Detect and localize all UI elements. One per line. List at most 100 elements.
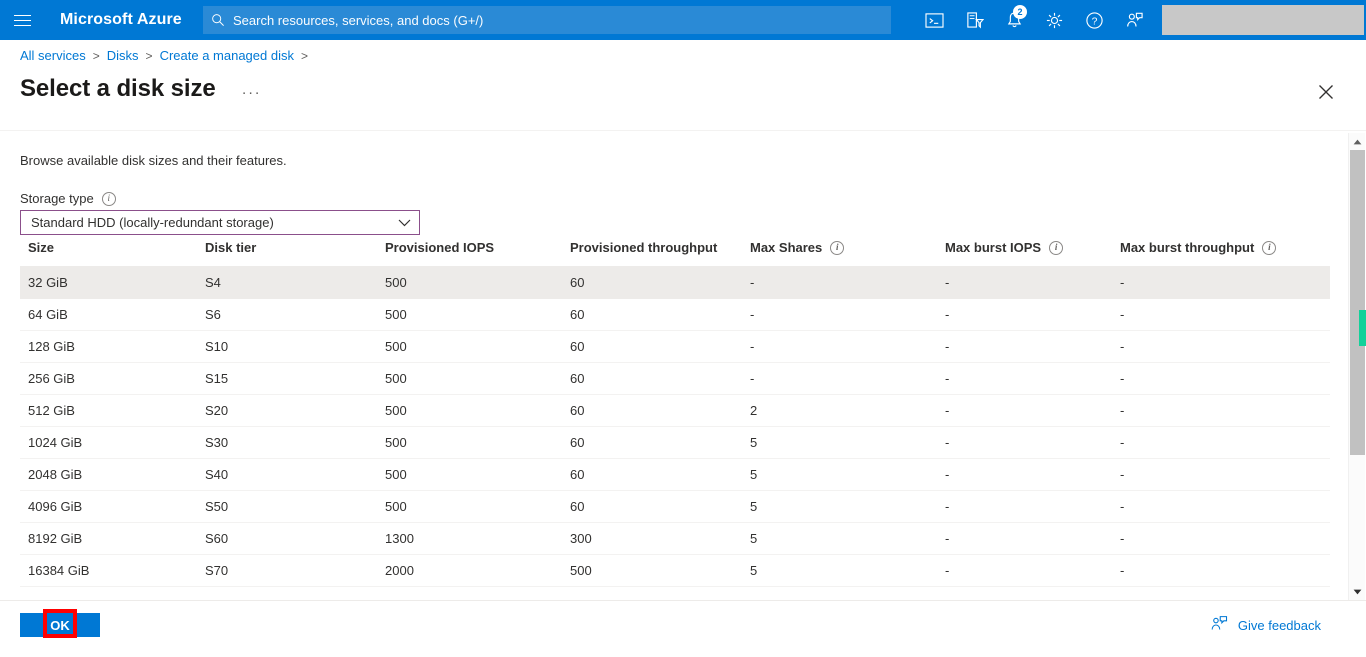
column-header-provisioned-throughput[interactable]: Provisioned throughput — [570, 240, 750, 267]
table-row[interactable]: 16384 GiB S70 2000 500 5- - — [20, 554, 1330, 587]
global-search-input[interactable]: Search resources, services, and docs (G+… — [203, 6, 891, 34]
table-row[interactable]: 1024 GiB S30 500 60 5- - — [20, 426, 1330, 459]
breadcrumb-separator: > — [300, 48, 308, 63]
page-description: Browse available disk sizes and their fe… — [20, 153, 287, 168]
info-icon[interactable]: i — [101, 191, 116, 206]
cell-biops: - — [945, 490, 1120, 523]
cell-piops: 2000 — [385, 554, 570, 587]
cell-size: 4096 GiB — [20, 490, 205, 523]
table-row[interactable]: 128 GiB S10 500 60- - - — [20, 330, 1330, 363]
scroll-up-arrow-icon[interactable] — [1349, 133, 1366, 150]
cell-shares: - — [750, 266, 945, 299]
cell-tier: S20 — [205, 394, 385, 427]
cell-tier: S60 — [205, 522, 385, 555]
column-header-max-burst-iops[interactable]: Max burst IOPS i — [945, 240, 1120, 267]
table-row[interactable]: 4096 GiB S50 500 60 5- - — [20, 490, 1330, 523]
cell-size: 512 GiB — [20, 394, 205, 427]
cell-piops: 500 — [385, 426, 570, 459]
cell-pthru: 60 — [570, 266, 750, 299]
cell-size: 2048 GiB — [20, 458, 205, 491]
help-question-icon[interactable]: ? — [1074, 0, 1114, 40]
settings-gear-icon[interactable] — [1034, 0, 1074, 40]
scroll-down-arrow-icon[interactable] — [1349, 583, 1366, 600]
give-feedback-label: Give feedback — [1237, 617, 1321, 633]
column-header-max-burst-throughput-label: Max burst throughput — [1120, 240, 1255, 255]
cell-piops: 500 — [385, 394, 570, 427]
cell-size: 64 GiB — [20, 298, 205, 331]
table-row[interactable]: 32 GiB S4 500 60- - - — [20, 266, 1330, 299]
cell-tier: S50 — [205, 490, 385, 523]
cell-pthru: 60 — [570, 298, 750, 331]
table-row[interactable]: 64 GiB S6 500 60- - - — [20, 298, 1330, 331]
cell-shares: 5 — [750, 458, 945, 491]
cell-tier: S70 — [205, 554, 385, 587]
cell-piops: 500 — [385, 298, 570, 331]
cell-bthru: - — [1120, 330, 1330, 363]
breadcrumb-item-create-a-managed-disk[interactable]: Create a managed disk — [160, 48, 294, 63]
brand-logo[interactable]: Microsoft Azure — [60, 11, 182, 29]
cell-bthru: - — [1120, 554, 1330, 587]
table-row[interactable]: 512 GiB S20 500 60 2- - — [20, 394, 1330, 427]
hamburger-menu-icon[interactable] — [0, 0, 44, 40]
cell-tier: S10 — [205, 330, 385, 363]
info-icon[interactable]: i — [830, 240, 845, 255]
cell-biops: - — [945, 298, 1120, 331]
column-header-max-shares[interactable]: Max Shares i — [750, 240, 945, 267]
close-icon[interactable] — [1314, 80, 1338, 104]
breadcrumb-item-disks[interactable]: Disks — [107, 48, 139, 63]
table-row[interactable]: 8192 GiB S60 1300 300 5- - — [20, 522, 1330, 555]
column-header-max-burst-iops-label: Max burst IOPS — [945, 240, 1042, 255]
scrollbar-thumb[interactable] — [1350, 150, 1365, 455]
cell-tier: S40 — [205, 458, 385, 491]
cell-piops: 500 — [385, 458, 570, 491]
table-row[interactable]: 2048 GiB S40 500 60 5- - — [20, 458, 1330, 491]
notifications-bell-icon[interactable]: 2 — [994, 0, 1034, 40]
cell-pthru: 60 — [570, 426, 750, 459]
breadcrumb-item-all-services[interactable]: All services — [20, 48, 86, 63]
cell-tier: S15 — [205, 362, 385, 395]
column-header-size[interactable]: Size — [20, 240, 205, 267]
feedback-person-icon[interactable] — [1114, 0, 1154, 40]
table-header: Size Disk tier Provisioned IOPS Provisio… — [20, 240, 1330, 267]
cell-bthru: - — [1120, 362, 1330, 395]
cell-biops: - — [945, 458, 1120, 491]
column-header-provisioned-throughput-label: Provisioned throughput — [570, 240, 718, 255]
azure-top-bar: Microsoft Azure Search resources, servic… — [0, 0, 1366, 40]
search-icon — [211, 13, 225, 27]
column-header-disk-tier[interactable]: Disk tier — [205, 240, 385, 267]
cell-tier: S4 — [205, 266, 385, 299]
cell-shares: 5 — [750, 490, 945, 523]
column-header-provisioned-iops[interactable]: Provisioned IOPS — [385, 240, 570, 267]
column-header-max-shares-label: Max Shares — [750, 240, 823, 255]
chevron-down-icon — [398, 219, 411, 227]
info-icon[interactable]: i — [1262, 240, 1277, 255]
footer-action-bar: OK Give feedback — [0, 600, 1366, 657]
table-header-row: Size Disk tier Provisioned IOPS Provisio… — [20, 240, 1330, 267]
column-header-max-burst-throughput[interactable]: Max burst throughput i — [1120, 240, 1330, 267]
cell-shares: 5 — [750, 522, 945, 555]
vertical-scrollbar[interactable] — [1348, 133, 1365, 600]
account-info-redacted[interactable] — [1162, 5, 1364, 35]
directories-filter-icon[interactable] — [954, 0, 994, 40]
header-divider — [0, 130, 1366, 131]
breadcrumb-separator: > — [92, 48, 100, 63]
cloud-shell-icon[interactable] — [914, 0, 954, 40]
info-icon[interactable]: i — [1049, 240, 1064, 255]
storage-type-dropdown[interactable]: Standard HDD (locally-redundant storage) — [20, 210, 420, 235]
global-search-placeholder: Search resources, services, and docs (G+… — [233, 12, 484, 28]
cell-size: 16384 GiB — [20, 554, 205, 587]
disk-sizes-table: Size Disk tier Provisioned IOPS Provisio… — [20, 240, 1330, 587]
cell-size: 128 GiB — [20, 330, 205, 363]
feedback-person-icon — [1210, 615, 1228, 635]
cell-biops: - — [945, 362, 1120, 395]
table-row[interactable]: 256 GiB S15 500 60- - - — [20, 362, 1330, 395]
more-options-icon[interactable]: ··· — [236, 80, 268, 105]
ok-button[interactable]: OK — [20, 613, 100, 637]
cell-size: 256 GiB — [20, 362, 205, 395]
give-feedback-link[interactable]: Give feedback — [1210, 615, 1321, 635]
breadcrumb-separator: > — [145, 48, 153, 63]
storage-type-label-text: Storage type — [20, 191, 94, 206]
cell-pthru: 500 — [570, 554, 750, 587]
cell-pthru: 60 — [570, 490, 750, 523]
cell-piops: 500 — [385, 490, 570, 523]
